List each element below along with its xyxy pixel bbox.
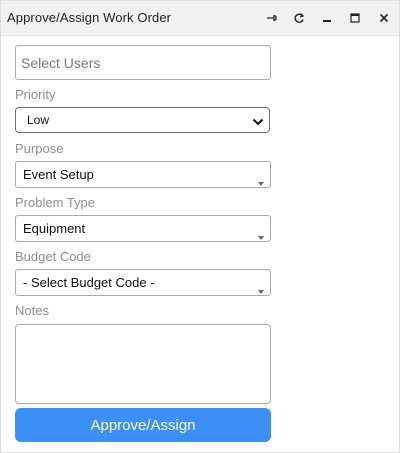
priority-label: Priority <box>15 87 56 102</box>
budget-code-value: - Select Budget Code - <box>23 275 155 290</box>
problem-type-label: Problem Type <box>15 195 95 210</box>
caret-down-icon <box>258 281 264 299</box>
title-bar: Approve/Assign Work Order <box>1 1 399 36</box>
budget-code-dropdown[interactable]: - Select Budget Code - <box>15 269 271 296</box>
chevron-down-icon <box>252 114 264 132</box>
select-users-placeholder: Select Users <box>21 55 101 71</box>
refresh-icon[interactable] <box>290 9 308 27</box>
select-users-input[interactable]: Select Users <box>15 45 271 80</box>
notes-textarea[interactable] <box>15 324 271 404</box>
problem-type-value: Equipment <box>23 221 86 236</box>
pin-icon[interactable] <box>263 9 281 27</box>
notes-label: Notes <box>15 303 49 318</box>
purpose-label: Purpose <box>15 141 64 156</box>
caret-down-icon <box>258 173 264 191</box>
problem-type-dropdown[interactable]: Equipment <box>15 215 271 242</box>
priority-value: Low <box>27 113 50 127</box>
priority-select[interactable]: Low <box>15 107 270 133</box>
window-title: Approve/Assign Work Order <box>7 10 172 25</box>
approve-assign-button[interactable]: Approve/Assign <box>15 408 271 442</box>
dialog-window: Approve/Assign Work Order Select Users P… <box>0 0 400 453</box>
maximize-icon[interactable] <box>346 9 364 27</box>
purpose-dropdown[interactable]: Event Setup <box>15 161 271 188</box>
minimize-icon[interactable] <box>318 9 336 27</box>
budget-code-label: Budget Code <box>15 249 91 264</box>
caret-down-icon <box>258 227 264 245</box>
purpose-value: Event Setup <box>23 167 94 182</box>
close-icon[interactable] <box>375 9 393 27</box>
